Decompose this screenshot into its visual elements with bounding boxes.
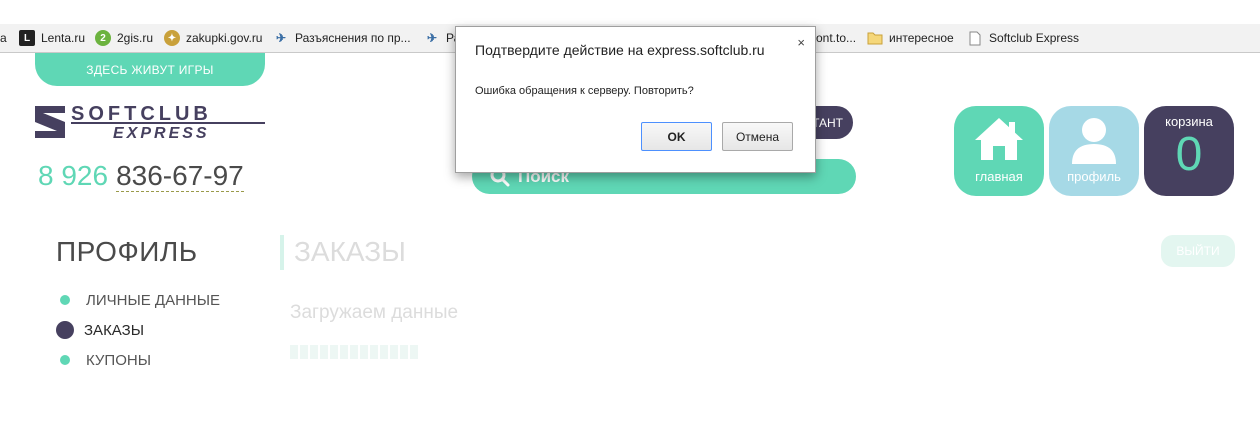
softclub-express-logo[interactable]: SOFTCLUB EXPRESS bbox=[35, 103, 267, 142]
consultant-icon: ✈ bbox=[275, 31, 287, 45]
bookmark-consultant[interactable]: ✈ Разъяснения по пр... bbox=[273, 27, 411, 49]
bookmark-label: ont.to... bbox=[816, 31, 857, 45]
bookmark-label: Lenta.ru bbox=[41, 31, 86, 45]
coat-of-arms-icon: ✦ bbox=[164, 30, 180, 46]
orders-heading: ЗАКАЗЫ bbox=[294, 236, 406, 267]
phone-number[interactable]: 8 926 836-67-97 bbox=[38, 160, 244, 192]
sidebar-item-orders[interactable]: ЗАКАЗЫ bbox=[56, 320, 144, 340]
close-icon[interactable]: × bbox=[797, 35, 805, 50]
sidebar-item-label: ЗАКАЗЫ bbox=[84, 321, 144, 339]
folder-icon bbox=[867, 30, 883, 46]
bookmark-page[interactable]: ont.to... bbox=[816, 27, 856, 49]
lenta-icon: L bbox=[19, 30, 35, 46]
profile-button[interactable]: профиль bbox=[1049, 106, 1139, 196]
bookmark-lenta[interactable]: L Lenta.ru bbox=[19, 27, 85, 49]
home-icon bbox=[975, 118, 1023, 160]
cart-count: 0 bbox=[1175, 128, 1203, 181]
bookmark-label: Разъяснения по пр... bbox=[295, 31, 411, 45]
bookmark-label: 2gis.ru bbox=[117, 31, 154, 45]
sidebar-item-label: ЛИЧНЫЕ ДАННЫЕ bbox=[86, 291, 221, 309]
bookmark-label: Softclub Express bbox=[989, 31, 1080, 45]
bullet-icon bbox=[56, 321, 74, 339]
dialog-message: Ошибка обращения к серверу. Повторить? bbox=[475, 85, 694, 97]
bookmark-folder-interesting[interactable]: интересное bbox=[867, 27, 954, 49]
bookmark-fragment[interactable]: а bbox=[0, 27, 7, 49]
profile-label: профиль bbox=[1067, 169, 1121, 184]
cart-label: корзина bbox=[1165, 114, 1213, 129]
phone-digits: 836-67-97 bbox=[116, 160, 244, 192]
page-icon bbox=[967, 30, 983, 46]
user-icon bbox=[1072, 118, 1116, 164]
confirm-dialog: Подтвердите действие на express.softclub… bbox=[455, 26, 816, 173]
cancel-button[interactable]: Отмена bbox=[722, 122, 793, 151]
logout-button[interactable]: ВЫЙТИ bbox=[1161, 235, 1235, 267]
consultant-label: ТАНТ bbox=[812, 115, 843, 130]
bullet-icon bbox=[60, 295, 70, 305]
2gis-icon: 2 bbox=[95, 30, 111, 46]
ok-button[interactable]: OK bbox=[641, 122, 712, 151]
tagline-banner: ЗДЕСЬ ЖИВУТ ИГРЫ bbox=[35, 53, 265, 86]
bookmark-softclub[interactable]: Softclub Express bbox=[967, 27, 1079, 49]
bookmark-label: интересное bbox=[889, 31, 954, 45]
logo-graphic: SOFTCLUB EXPRESS bbox=[35, 103, 265, 142]
logout-label: ВЫЙТИ bbox=[1176, 244, 1220, 258]
phone-code: 8 926 bbox=[38, 160, 109, 191]
profile-heading: ПРОФИЛЬ bbox=[56, 236, 198, 267]
sidebar-item-coupons[interactable]: КУПОНЫ bbox=[58, 350, 151, 370]
loading-progress-bar bbox=[290, 345, 420, 359]
home-button[interactable]: главная bbox=[954, 106, 1044, 196]
bookmark-label: а bbox=[0, 31, 7, 45]
sidebar-item-label: КУПОНЫ bbox=[86, 351, 151, 369]
tagline-text: ЗДЕСЬ ЖИВУТ ИГРЫ bbox=[86, 62, 214, 77]
dialog-title: Подтвердите действие на express.softclub… bbox=[475, 42, 765, 58]
orders-accent-bar bbox=[280, 235, 284, 270]
home-label: главная bbox=[975, 169, 1023, 184]
tab-strip-area bbox=[0, 0, 1260, 24]
cart-button[interactable]: корзина 0 bbox=[1144, 106, 1234, 196]
consultant-icon: ✈ bbox=[426, 31, 438, 45]
bullet-icon bbox=[60, 355, 70, 365]
bookmark-label: zakupki.gov.ru bbox=[186, 31, 263, 45]
logo-top-text: SOFTCLUB bbox=[71, 104, 212, 125]
bookmark-zakupki[interactable]: ✦ zakupki.gov.ru bbox=[164, 27, 262, 49]
sidebar-item-personal-data[interactable]: ЛИЧНЫЕ ДАННЫЕ bbox=[58, 290, 220, 310]
logo-bottom-text: EXPRESS bbox=[113, 125, 210, 140]
bookmark-2gis[interactable]: 2 2gis.ru bbox=[95, 27, 153, 49]
loading-text: Загружаем данные bbox=[290, 302, 459, 323]
